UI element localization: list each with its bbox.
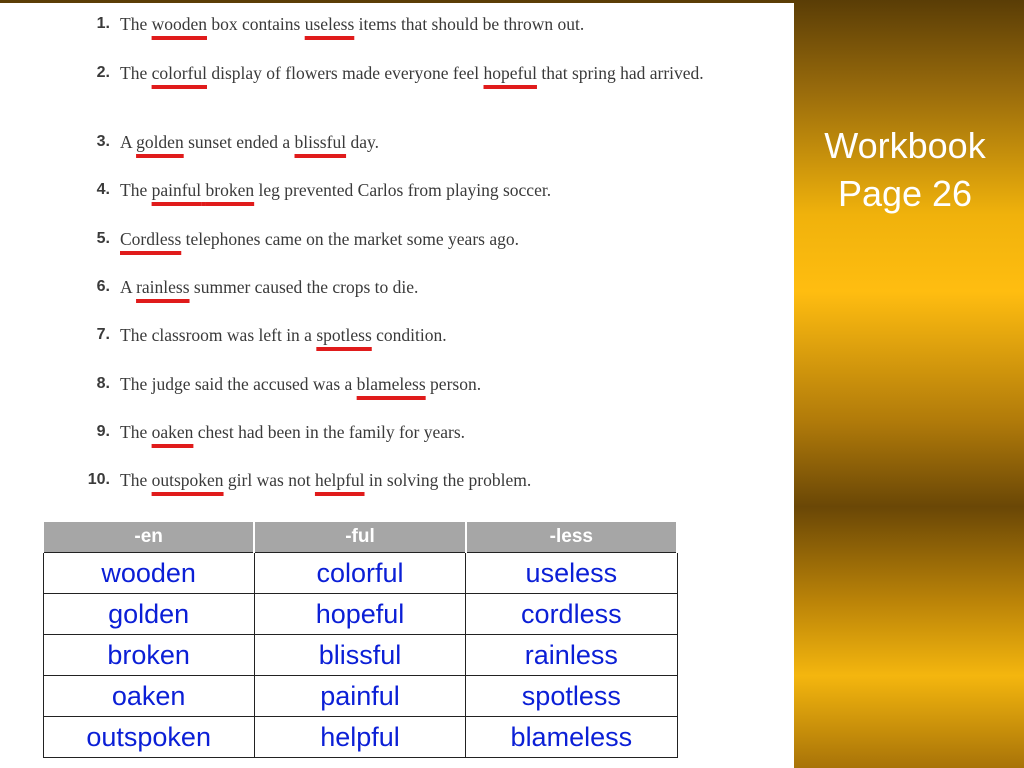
table-cell: wooden bbox=[42, 552, 255, 594]
sentence-text: Cordless telephones came on the market s… bbox=[120, 228, 772, 250]
sentence-fragment: box contains bbox=[207, 14, 305, 34]
table-row: wooden colorful useless bbox=[42, 552, 678, 594]
sentence-9: 9. The oaken chest had been in the famil… bbox=[82, 421, 772, 443]
sentence-3: 3. A golden sunset ended a blissful day. bbox=[82, 131, 772, 153]
sentence-fragment: condition. bbox=[371, 325, 447, 345]
sentence-text: The oaken chest had been in the family f… bbox=[120, 421, 772, 443]
table-cell: painful bbox=[253, 675, 467, 717]
underlined-word: rainless bbox=[136, 277, 190, 297]
column-header-less: -less bbox=[464, 522, 679, 553]
sentence-fragment: items that should be thrown out. bbox=[354, 14, 585, 34]
sentence-fragment: A bbox=[120, 277, 137, 297]
sentence-number: 5. bbox=[96, 230, 110, 247]
table-cell: helpful bbox=[253, 716, 467, 758]
table-cell: golden bbox=[42, 593, 255, 635]
sentence-number: 9. bbox=[96, 423, 110, 440]
underlined-word: colorful bbox=[151, 63, 207, 83]
sentence-fragment: The bbox=[120, 63, 152, 83]
sentence-fragment: girl was not bbox=[223, 470, 315, 490]
table-cell: broken bbox=[42, 634, 255, 676]
table-row: oaken painful spotless bbox=[42, 675, 678, 717]
column-header-ful: -ful bbox=[253, 522, 467, 553]
sentence-number: 2. bbox=[96, 64, 110, 81]
sentence-fragment: The judge said the accused was a bbox=[120, 374, 357, 394]
sentence-text: The wooden box contains useless items th… bbox=[120, 13, 772, 35]
table-cell: blameless bbox=[465, 716, 678, 758]
sentence-fragment: telephones came on the market some years… bbox=[181, 229, 519, 249]
sentence-text: The outspoken girl was not helpful in so… bbox=[120, 469, 772, 491]
table-cell: rainless bbox=[465, 634, 678, 676]
underlined-word: spotless bbox=[316, 325, 372, 345]
sentence-6: 6. A rainless summer caused the crops to… bbox=[82, 276, 772, 298]
sentence-fragment: The bbox=[120, 14, 152, 34]
table-cell: spotless bbox=[465, 675, 678, 717]
sentence-fragment: display of flowers made everyone feel bbox=[207, 63, 484, 83]
sentence-1: 1. The wooden box contains useless items… bbox=[82, 13, 772, 35]
sentence-fragment: The bbox=[120, 180, 152, 200]
underlined-word: blameless bbox=[356, 374, 426, 394]
sentence-fragment: summer caused the crops to die. bbox=[189, 277, 419, 297]
sentence-text: The painful broken leg prevented Carlos … bbox=[120, 179, 772, 201]
table-header-row: -en -ful -less bbox=[41, 522, 679, 553]
sentence-4: 4. The painful broken leg prevented Carl… bbox=[82, 179, 772, 201]
sentence-number: 7. bbox=[96, 326, 110, 343]
table-row: outspoken helpful blameless bbox=[42, 716, 678, 758]
sentence-10: 10. The outspoken girl was not helpful i… bbox=[82, 469, 772, 491]
title-line-1: Workbook bbox=[824, 125, 986, 166]
sentence-number: 8. bbox=[96, 375, 110, 392]
sentence-text: A golden sunset ended a blissful day. bbox=[120, 131, 772, 153]
sentence-number: 4. bbox=[96, 181, 110, 198]
underlined-word: useless bbox=[304, 14, 355, 34]
sentence-text: A rainless summer caused the crops to di… bbox=[120, 276, 772, 298]
sentence-fragment: leg prevented Carlos from playing soccer… bbox=[254, 180, 552, 200]
underlined-word: hopeful bbox=[483, 63, 537, 83]
table-cell: colorful bbox=[253, 552, 467, 594]
table-cell: hopeful bbox=[253, 593, 467, 635]
sentence-fragment: The bbox=[120, 470, 152, 490]
sentence-7: 7. The classroom was left in a spotless … bbox=[82, 324, 772, 346]
underlined-word: wooden bbox=[151, 14, 207, 34]
sentence-5: 5. Cordless telephones came on the marke… bbox=[82, 228, 772, 250]
table-cell: oaken bbox=[42, 675, 255, 717]
workbook-page: 1. The wooden box contains useless items… bbox=[0, 3, 794, 768]
column-header-en: -en bbox=[41, 522, 256, 553]
sentence-fragment: The bbox=[120, 422, 152, 442]
sentence-number: 3. bbox=[96, 133, 110, 150]
sentence-text: The classroom was left in a spotless con… bbox=[120, 324, 772, 346]
sentence-number: 6. bbox=[96, 278, 110, 295]
title-line-2: Page 26 bbox=[837, 173, 973, 214]
underlined-word: broken bbox=[205, 180, 255, 200]
underlined-word: outspoken bbox=[151, 470, 224, 490]
sentence-fragment: that spring had arrived. bbox=[536, 63, 704, 83]
table-cell: outspoken bbox=[42, 716, 255, 758]
table-cell: useless bbox=[465, 552, 678, 594]
sentence-2: 2. The colorful display of flowers made … bbox=[82, 62, 772, 84]
slide-title: Workbook Page 26 bbox=[796, 122, 1014, 218]
underlined-word: golden bbox=[136, 132, 184, 152]
sentence-number: 1. bbox=[96, 15, 110, 32]
underlined-word: painful bbox=[151, 180, 202, 200]
sentence-text: The judge said the accused was a blamele… bbox=[120, 373, 772, 395]
underlined-word: helpful bbox=[314, 470, 365, 490]
underlined-word: Cordless bbox=[120, 229, 182, 249]
table-cell: cordless bbox=[465, 593, 678, 635]
sentence-fragment: person. bbox=[425, 374, 482, 394]
sentence-fragment: A bbox=[120, 132, 137, 152]
sentence-fragment: sunset ended a bbox=[183, 132, 295, 152]
sentence-text: The colorful display of flowers made eve… bbox=[120, 62, 772, 84]
underlined-word: oaken bbox=[151, 422, 194, 442]
sentence-fragment: day. bbox=[346, 132, 379, 152]
sentence-8: 8. The judge said the accused was a blam… bbox=[82, 373, 772, 395]
sentence-fragment: chest had been in the family for years. bbox=[193, 422, 466, 442]
suffix-table: -en -ful -less wooden colorful useless g… bbox=[41, 522, 679, 758]
table-cell: blissful bbox=[253, 634, 467, 676]
sentence-fragment: The classroom was left in a bbox=[120, 325, 317, 345]
table-row: broken blissful rainless bbox=[42, 634, 678, 676]
underlined-word: blissful bbox=[294, 132, 347, 152]
sentence-fragment: in solving the problem. bbox=[364, 470, 532, 490]
sentence-number: 10. bbox=[87, 471, 110, 488]
table-row: golden hopeful cordless bbox=[42, 593, 678, 635]
